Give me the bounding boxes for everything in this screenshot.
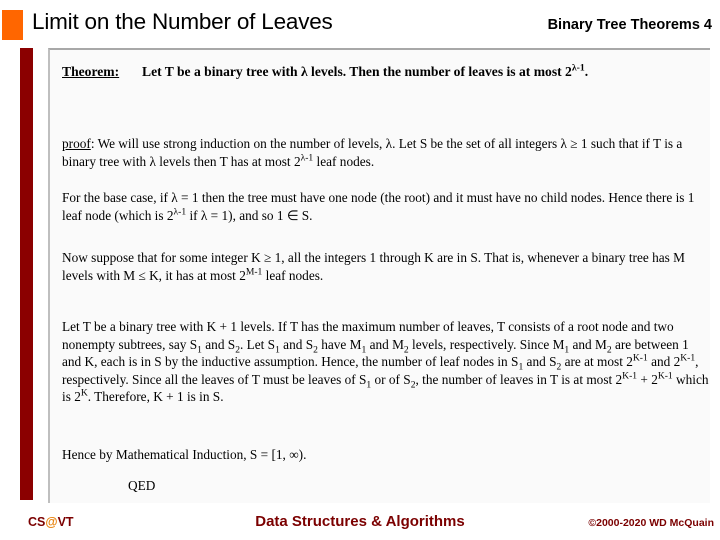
step-text-11: are at most 2 — [561, 354, 633, 369]
slide-footer: CS@VT Data Structures & Algorithms ©2000… — [0, 503, 720, 540]
qed-label: QED — [128, 478, 156, 493]
base-case-exponent: λ-1 — [173, 206, 187, 218]
proof-intro-text-b: leaf nodes. — [313, 153, 375, 169]
step-exponent-3: K-1 — [622, 370, 638, 382]
slide-header: Limit on the Number of Leaves Binary Tre… — [0, 0, 720, 47]
theorem-exponent: λ-1 — [571, 62, 585, 74]
header-accent-square — [2, 10, 23, 40]
step-text-4: and S — [279, 336, 314, 352]
footer-copyright: ©2000-2020 WD McQuain — [588, 517, 714, 529]
inductive-hyp-text-b: leaf nodes. — [262, 267, 324, 283]
paragraph-inductive-hypothesis: Now suppose that for some integer K ≥ 1,… — [62, 249, 710, 284]
paragraph-conclusion: Hence by Mathematical Induction, S = [1,… — [62, 447, 307, 462]
step-text-15: , the number of leaves in T is at most 2 — [415, 371, 623, 387]
inductive-hyp-exponent: M-1 — [245, 266, 263, 278]
page-title: Limit on the Number of Leaves — [32, 9, 333, 34]
step-text-3: . Let S — [239, 336, 276, 352]
step-text-16: + 2 — [637, 371, 658, 387]
theorem-block: Theorem: Let T be a binary tree with λ le… — [62, 61, 710, 83]
step-text-14: or of S — [371, 371, 411, 387]
step-exponent-5: K — [80, 387, 88, 399]
inductive-hyp-text-a: Now suppose that for some integer K ≥ 1,… — [62, 250, 685, 283]
paragraph-proof-intro: proof: We will use strong induction on t… — [62, 135, 710, 170]
step-text-8: and M — [569, 336, 607, 352]
paragraph-inductive-step: Let T be a binary tree with K + 1 levels… — [62, 318, 710, 406]
step-text-12: and 2 — [647, 354, 681, 369]
base-case-text-a: For the base case, if λ = 1 then the tre… — [62, 190, 695, 223]
proof-label: proof — [62, 136, 91, 151]
step-text-6: and M — [366, 336, 404, 352]
theorem-text-post: . — [584, 64, 589, 79]
step-text-18: . Therefore, K + 1 is in S. — [87, 389, 224, 404]
base-case-text-b: if λ = 1), and so 1 ∈ S. — [186, 207, 313, 223]
theorem-statement: Let T be a binary tree with λ levels. Th… — [142, 62, 589, 79]
step-exponent-2: K-1 — [680, 352, 696, 364]
step-text-10: and S — [523, 354, 557, 369]
paragraph-base-case: For the base case, if λ = 1 then the tre… — [62, 189, 710, 224]
step-exponent-1: K-1 — [632, 352, 648, 364]
left-accent-bar — [20, 48, 33, 500]
step-text-2: and S — [201, 336, 236, 352]
step-text-5: have M — [317, 336, 362, 352]
theorem-label: Theorem: — [62, 64, 120, 79]
header-subtitle: Binary Tree Theorems 4 — [547, 17, 712, 33]
theorem-text-pre: Let T be a binary tree with λ levels. Th… — [142, 64, 572, 79]
proof-intro-exponent: λ-1 — [300, 152, 314, 164]
slide-content-panel: Theorem: Let T be a binary tree with λ le… — [48, 48, 710, 503]
step-exponent-4: K-1 — [657, 370, 673, 382]
step-text-7: levels, respectively. Since M — [408, 336, 565, 352]
